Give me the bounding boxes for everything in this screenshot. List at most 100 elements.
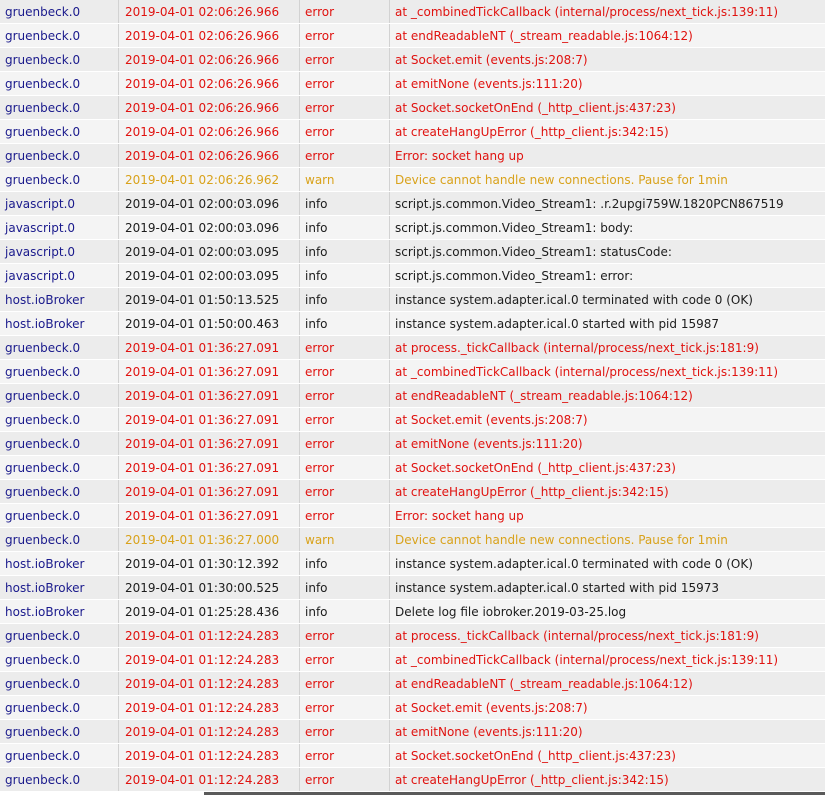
log-time-cell: 2019-04-01 01:25:28.436 <box>119 600 300 623</box>
log-time-cell: 2019-04-01 01:12:24.283 <box>119 624 300 647</box>
log-row[interactable]: gruenbeck.0 2019-04-01 01:12:24.283 error a… <box>0 624 825 648</box>
log-row[interactable]: host.ioBroker 2019-04-01 01:30:12.392 info… <box>0 552 825 576</box>
log-severity-cell: warn <box>300 168 390 191</box>
log-severity-cell: error <box>300 672 390 695</box>
log-row[interactable]: gruenbeck.0 2019-04-01 01:12:24.283 error a… <box>0 672 825 696</box>
log-row[interactable]: gruenbeck.0 2019-04-01 01:36:27.091 error E… <box>0 504 825 528</box>
log-time-cell: 2019-04-01 02:00:03.096 <box>119 216 300 239</box>
log-severity-cell: info <box>300 288 390 311</box>
log-severity-cell: error <box>300 768 390 791</box>
log-severity-cell: info <box>300 216 390 239</box>
log-row[interactable]: gruenbeck.0 2019-04-01 02:06:26.966 error a… <box>0 96 825 120</box>
log-source-cell: gruenbeck.0 <box>0 0 119 23</box>
log-row[interactable]: gruenbeck.0 2019-04-01 01:12:24.283 error a… <box>0 696 825 720</box>
log-table: gruenbeck.0 2019-04-01 02:06:26.966 error a… <box>0 0 825 792</box>
log-severity-cell: info <box>300 192 390 215</box>
log-severity-cell: info <box>300 264 390 287</box>
log-source-cell: gruenbeck.0 <box>0 48 119 71</box>
log-row[interactable]: gruenbeck.0 2019-04-01 01:36:27.091 error a… <box>0 456 825 480</box>
log-severity-cell: error <box>300 360 390 383</box>
log-row[interactable]: gruenbeck.0 2019-04-01 02:06:26.966 error a… <box>0 48 825 72</box>
log-severity-cell: error <box>300 744 390 767</box>
log-source-cell: host.ioBroker <box>0 600 119 623</box>
log-message-cell: script.js.common.Video_Stream1: .r.2upgi… <box>395 197 784 211</box>
log-time-cell: 2019-04-01 02:06:26.966 <box>119 24 300 47</box>
log-time-cell: 2019-04-01 01:12:24.283 <box>119 744 300 767</box>
log-row[interactable]: gruenbeck.0 2019-04-01 01:36:27.091 error a… <box>0 384 825 408</box>
log-row[interactable]: gruenbeck.0 2019-04-01 01:12:24.283 error a… <box>0 744 825 768</box>
log-row[interactable]: host.ioBroker 2019-04-01 01:25:28.436 info… <box>0 600 825 624</box>
log-row[interactable]: host.ioBroker 2019-04-01 01:50:00.463 info… <box>0 312 825 336</box>
log-message-cell: at createHangUpError (_http_client.js:34… <box>395 125 669 139</box>
log-row[interactable]: gruenbeck.0 2019-04-01 01:12:24.283 error a… <box>0 648 825 672</box>
log-row[interactable]: gruenbeck.0 2019-04-01 01:36:27.091 error a… <box>0 360 825 384</box>
log-message-cell: at endReadableNT (_stream_readable.js:10… <box>395 29 693 43</box>
log-source-cell: gruenbeck.0 <box>0 72 119 95</box>
log-time-cell: 2019-04-01 01:36:27.091 <box>119 432 300 455</box>
log-message-cell: at Socket.socketOnEnd (_http_client.js:4… <box>395 749 676 763</box>
log-time-cell: 2019-04-01 02:06:26.962 <box>119 168 300 191</box>
log-source-cell: gruenbeck.0 <box>0 744 119 767</box>
log-source-cell: gruenbeck.0 <box>0 504 119 527</box>
log-row[interactable]: gruenbeck.0 2019-04-01 02:06:26.966 error E… <box>0 144 825 168</box>
log-message-cell: script.js.common.Video_Stream1: statusCo… <box>395 245 672 259</box>
log-time-cell: 2019-04-01 01:12:24.283 <box>119 720 300 743</box>
log-row[interactable]: gruenbeck.0 2019-04-01 01:36:27.091 error a… <box>0 408 825 432</box>
log-severity-cell: error <box>300 72 390 95</box>
log-source-cell: gruenbeck.0 <box>0 624 119 647</box>
log-time-cell: 2019-04-01 01:12:24.283 <box>119 648 300 671</box>
log-source-cell: host.ioBroker <box>0 288 119 311</box>
log-severity-cell: error <box>300 480 390 503</box>
log-time-cell: 2019-04-01 01:36:27.091 <box>119 480 300 503</box>
log-row[interactable]: gruenbeck.0 2019-04-01 02:06:26.966 error a… <box>0 0 825 24</box>
log-row[interactable]: javascript.0 2019-04-01 02:00:03.096 info s… <box>0 216 825 240</box>
log-source-cell: gruenbeck.0 <box>0 432 119 455</box>
log-source-cell: javascript.0 <box>0 216 119 239</box>
log-row[interactable]: javascript.0 2019-04-01 02:00:03.095 info s… <box>0 264 825 288</box>
log-source-cell: gruenbeck.0 <box>0 696 119 719</box>
log-row[interactable]: gruenbeck.0 2019-04-01 02:06:26.966 error a… <box>0 24 825 48</box>
log-message-cell: at createHangUpError (_http_client.js:34… <box>395 773 669 787</box>
log-row[interactable]: gruenbeck.0 2019-04-01 01:36:27.091 error a… <box>0 336 825 360</box>
log-source-cell: javascript.0 <box>0 264 119 287</box>
log-row[interactable]: gruenbeck.0 2019-04-01 02:06:26.966 error a… <box>0 72 825 96</box>
log-row[interactable]: gruenbeck.0 2019-04-01 01:12:24.283 error a… <box>0 720 825 744</box>
log-message-cell: Error: socket hang up <box>395 509 524 523</box>
log-message-cell: at Socket.emit (events.js:208:7) <box>395 701 588 715</box>
log-time-cell: 2019-04-01 02:06:26.966 <box>119 48 300 71</box>
log-message-cell: at emitNone (events.js:111:20) <box>395 725 583 739</box>
log-message-cell: Error: socket hang up <box>395 149 524 163</box>
log-message-cell: at Socket.socketOnEnd (_http_client.js:4… <box>395 461 676 475</box>
log-severity-cell: info <box>300 240 390 263</box>
log-source-cell: gruenbeck.0 <box>0 96 119 119</box>
log-row[interactable]: javascript.0 2019-04-01 02:00:03.095 info s… <box>0 240 825 264</box>
log-time-cell: 2019-04-01 01:12:24.283 <box>119 672 300 695</box>
log-severity-cell: error <box>300 120 390 143</box>
log-row[interactable]: gruenbeck.0 2019-04-01 01:36:27.091 error a… <box>0 432 825 456</box>
log-time-cell: 2019-04-01 01:50:13.525 <box>119 288 300 311</box>
log-severity-cell: error <box>300 696 390 719</box>
log-source-cell: gruenbeck.0 <box>0 168 119 191</box>
log-source-cell: gruenbeck.0 <box>0 480 119 503</box>
log-time-cell: 2019-04-01 01:12:24.283 <box>119 768 300 791</box>
log-time-cell: 2019-04-01 01:36:27.091 <box>119 336 300 359</box>
log-message-cell: at process._tickCallback (internal/proce… <box>395 629 759 643</box>
log-row[interactable]: gruenbeck.0 2019-04-01 02:06:26.966 error a… <box>0 120 825 144</box>
log-message-cell: at endReadableNT (_stream_readable.js:10… <box>395 677 693 691</box>
log-row[interactable]: gruenbeck.0 2019-04-01 01:36:27.000 warn De… <box>0 528 825 552</box>
log-row[interactable]: host.ioBroker 2019-04-01 01:50:13.525 info… <box>0 288 825 312</box>
log-message-cell: at _combinedTickCallback (internal/proce… <box>395 5 779 19</box>
log-row[interactable]: gruenbeck.0 2019-04-01 01:12:24.283 error a… <box>0 768 825 792</box>
log-row[interactable]: host.ioBroker 2019-04-01 01:30:00.525 info… <box>0 576 825 600</box>
log-source-cell: gruenbeck.0 <box>0 768 119 791</box>
log-severity-cell: warn <box>300 528 390 551</box>
log-row[interactable]: javascript.0 2019-04-01 02:00:03.096 info s… <box>0 192 825 216</box>
log-severity-cell: info <box>300 552 390 575</box>
log-source-cell: gruenbeck.0 <box>0 456 119 479</box>
log-row[interactable]: gruenbeck.0 2019-04-01 02:06:26.962 warn De… <box>0 168 825 192</box>
log-row[interactable]: gruenbeck.0 2019-04-01 01:36:27.091 error a… <box>0 480 825 504</box>
log-severity-cell: error <box>300 408 390 431</box>
log-severity-cell: error <box>300 0 390 23</box>
log-severity-cell: error <box>300 96 390 119</box>
log-source-cell: javascript.0 <box>0 240 119 263</box>
